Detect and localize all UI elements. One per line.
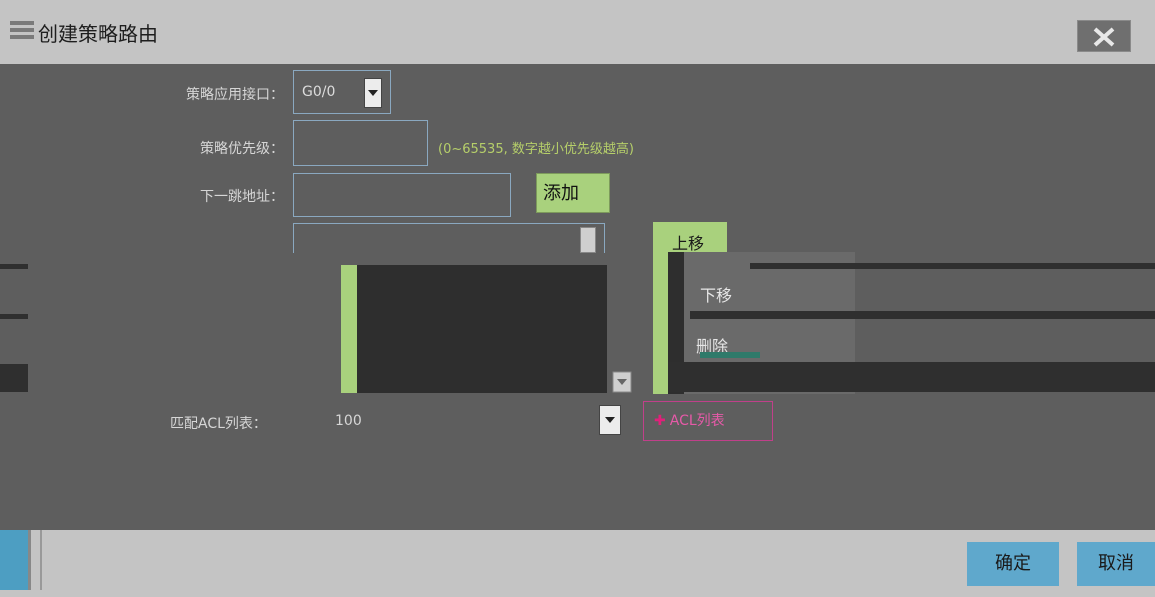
nexthop-input[interactable] <box>293 173 511 217</box>
side-tab[interactable] <box>0 530 31 590</box>
priority-label: 策略优先级： <box>200 141 284 157</box>
scroll-up-icon[interactable] <box>580 227 596 253</box>
chevron-down-icon[interactable] <box>364 78 382 108</box>
add-button[interactable]: 添加 <box>536 173 610 213</box>
divider <box>690 311 1155 319</box>
divider <box>750 263 1155 269</box>
close-icon <box>1093 27 1115 47</box>
priority-hint: (0~65535, 数字越小优先级越高) <box>438 142 634 157</box>
priority-input[interactable] <box>293 120 428 166</box>
cancel-button[interactable]: 取消 <box>1077 542 1155 586</box>
interface-select[interactable]: G0/0 <box>293 70 391 114</box>
move-down-button[interactable]: 下移 <box>700 282 732 306</box>
divider <box>668 362 1155 392</box>
menu-icon <box>10 21 34 39</box>
divider <box>0 314 28 319</box>
acl-list-button[interactable]: ✚ ACL列表 <box>643 401 773 441</box>
title-bar: 创建策略路由 <box>0 0 1155 64</box>
interface-label: 策略应用接口： <box>186 87 284 103</box>
plus-icon: ✚ <box>654 413 666 429</box>
acl-list-button-label: ACL列表 <box>669 413 725 429</box>
scroll-down-icon[interactable] <box>612 371 632 393</box>
divider <box>0 364 28 392</box>
nexthop-label: 下一跳地址： <box>200 189 284 205</box>
delete-underline <box>700 352 760 358</box>
close-button[interactable] <box>1077 20 1131 52</box>
interface-value: G0/0 <box>302 84 336 100</box>
ok-button[interactable]: 确定 <box>967 542 1059 586</box>
divider <box>40 530 42 590</box>
nexthop-list[interactable] <box>293 223 605 253</box>
acl-dropdown-icon[interactable] <box>599 405 621 435</box>
acl-label: 匹配ACL列表： <box>170 416 267 432</box>
nexthop-list-body[interactable] <box>341 265 607 393</box>
acl-value: 100 <box>335 413 362 429</box>
dialog-title: 创建策略路由 <box>38 22 158 46</box>
move-up-button[interactable]: 上移 <box>672 230 704 254</box>
divider <box>0 264 28 269</box>
